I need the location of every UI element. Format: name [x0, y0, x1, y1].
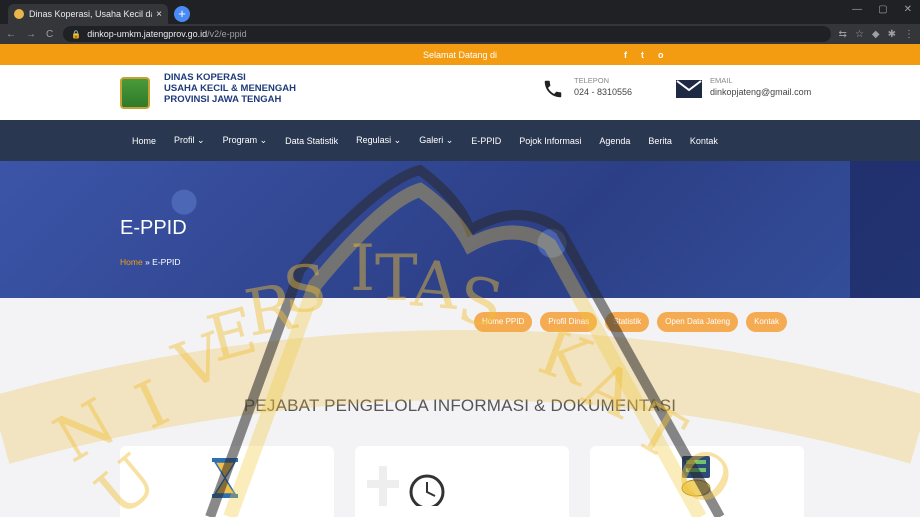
nav-galeri[interactable]: Galeri ⌄: [419, 135, 453, 146]
breadcrumb-separator: »: [145, 257, 150, 267]
browser-window: Dinas Koperasi, Usaha Kecil dan × + — ▢ …: [0, 0, 920, 517]
welcome-strip: Selamat Datang di f t o: [0, 44, 920, 65]
envelope-icon: [676, 76, 702, 102]
hero-edge-shade: [850, 161, 920, 298]
phone-label: TELEPON: [574, 76, 610, 85]
puzzle-icon[interactable]: ✱: [888, 29, 896, 40]
breadcrumb-current: E-PPID: [152, 257, 181, 267]
phone-value: 024 - 8310556: [574, 87, 633, 97]
pill-home-ppid[interactable]: Home PPID: [474, 312, 533, 332]
province-emblem-icon[interactable]: [120, 77, 150, 109]
nav-profil[interactable]: Profil ⌄: [174, 135, 205, 146]
browser-tab[interactable]: Dinas Koperasi, Usaha Kecil dan ×: [8, 4, 168, 24]
window-controls: — ▢ ✕: [852, 4, 912, 15]
logo-line-1: DINAS KOPERASI: [164, 72, 246, 83]
bookmark-star-icon[interactable]: ☆: [855, 29, 864, 40]
welcome-text: Selamat Datang di: [422, 49, 498, 60]
info-card[interactable]: [355, 446, 569, 517]
extensions-area: ⇆ ☆ ◆ ✱ ⋮: [839, 29, 914, 40]
pill-open-data-jateng[interactable]: Open Data Jateng: [657, 312, 739, 332]
address-bar[interactable]: 🔒 dinkop-umkm.jatengprov.go.id/v2/e-ppid: [63, 26, 831, 42]
site-favicon-icon: [14, 9, 24, 19]
site-logo-text[interactable]: DINAS KOPERASI USAHA KECIL & MENENGAH PR…: [164, 72, 296, 105]
ppid-menu: Home PPID Profil Dinas Statistik Open Da…: [474, 312, 787, 332]
new-tab-button[interactable]: +: [174, 6, 190, 22]
pill-profil-dinas[interactable]: Profil Dinas: [540, 312, 598, 332]
info-card[interactable]: [120, 446, 334, 517]
breadcrumb-home[interactable]: Home: [120, 257, 143, 267]
server-money-icon: [681, 456, 711, 497]
logo-line-2: USAHA KECIL & MENENGAH: [164, 83, 296, 94]
phone-contact: TELEPON 024 - 8310556: [540, 76, 632, 102]
hero-banner: E-PPID Home » E-PPID: [0, 161, 920, 298]
twitter-icon[interactable]: t: [641, 50, 644, 60]
url-host: dinkop-umkm.jatengprov.go.id: [87, 29, 208, 39]
nav-berita[interactable]: Berita: [648, 136, 672, 146]
hourglass-icon: [212, 458, 238, 498]
close-window-icon[interactable]: ✕: [904, 4, 912, 15]
email-value: dinkopjateng@gmail.com: [710, 87, 812, 97]
pill-kontak[interactable]: Kontak: [746, 312, 787, 332]
translate-icon[interactable]: ⇆: [839, 29, 847, 40]
menu-dots-icon[interactable]: ⋮: [904, 29, 914, 40]
site-header: DINAS KOPERASI USAHA KECIL & MENENGAH PR…: [0, 65, 920, 120]
browser-toolbar: ← → C 🔒 dinkop-umkm.jatengprov.go.id/v2/…: [0, 24, 920, 44]
social-links: f t o: [624, 50, 664, 60]
nav-agenda[interactable]: Agenda: [599, 136, 630, 146]
facebook-icon[interactable]: f: [624, 50, 627, 60]
phone-icon: [540, 76, 566, 102]
browser-tabbar: Dinas Koperasi, Usaha Kecil dan × + — ▢ …: [0, 0, 920, 24]
nav-data-statistik[interactable]: Data Statistik: [285, 136, 338, 146]
instagram-icon[interactable]: o: [658, 50, 664, 60]
close-tab-icon[interactable]: ×: [156, 9, 162, 20]
nav-e-ppid[interactable]: E-PPID: [471, 136, 501, 146]
page-title: E-PPID: [120, 217, 187, 239]
breadcrumb: Home » E-PPID: [120, 257, 181, 267]
back-icon[interactable]: ←: [6, 29, 16, 40]
tab-title: Dinas Koperasi, Usaha Kecil dan: [29, 9, 153, 19]
forward-icon[interactable]: →: [26, 29, 36, 40]
url-path: /v2/e-ppid: [207, 29, 247, 39]
info-card[interactable]: [590, 446, 804, 517]
nav-program[interactable]: Program ⌄: [223, 135, 268, 146]
pill-statistik[interactable]: Statistik: [605, 312, 650, 332]
reload-icon[interactable]: C: [46, 29, 53, 40]
maximize-icon[interactable]: ▢: [878, 4, 887, 15]
logo-line-3: PROVINSI JAWA TENGAH: [164, 94, 282, 105]
main-navbar: Home Profil ⌄ Program ⌄ Data Statistik R…: [0, 120, 920, 161]
minimize-icon[interactable]: —: [852, 4, 862, 15]
section-title: PEJABAT PENGELOLA INFORMASI & DOKUMENTAS…: [243, 396, 677, 415]
nav-home[interactable]: Home: [132, 136, 156, 146]
email-contact: EMAIL dinkopjateng@gmail.com: [676, 76, 811, 102]
main-content: Home PPID Profil Dinas Statistik Open Da…: [0, 298, 920, 517]
nav-kontak[interactable]: Kontak: [690, 136, 718, 146]
extension-icon[interactable]: ◆: [872, 29, 880, 40]
lock-icon: 🔒: [71, 29, 82, 39]
nav-pojok-informasi[interactable]: Pojok Informasi: [519, 136, 581, 146]
email-label: EMAIL: [710, 76, 733, 85]
nav-regulasi[interactable]: Regulasi ⌄: [356, 135, 401, 146]
cross-clock-icon: [367, 466, 445, 506]
